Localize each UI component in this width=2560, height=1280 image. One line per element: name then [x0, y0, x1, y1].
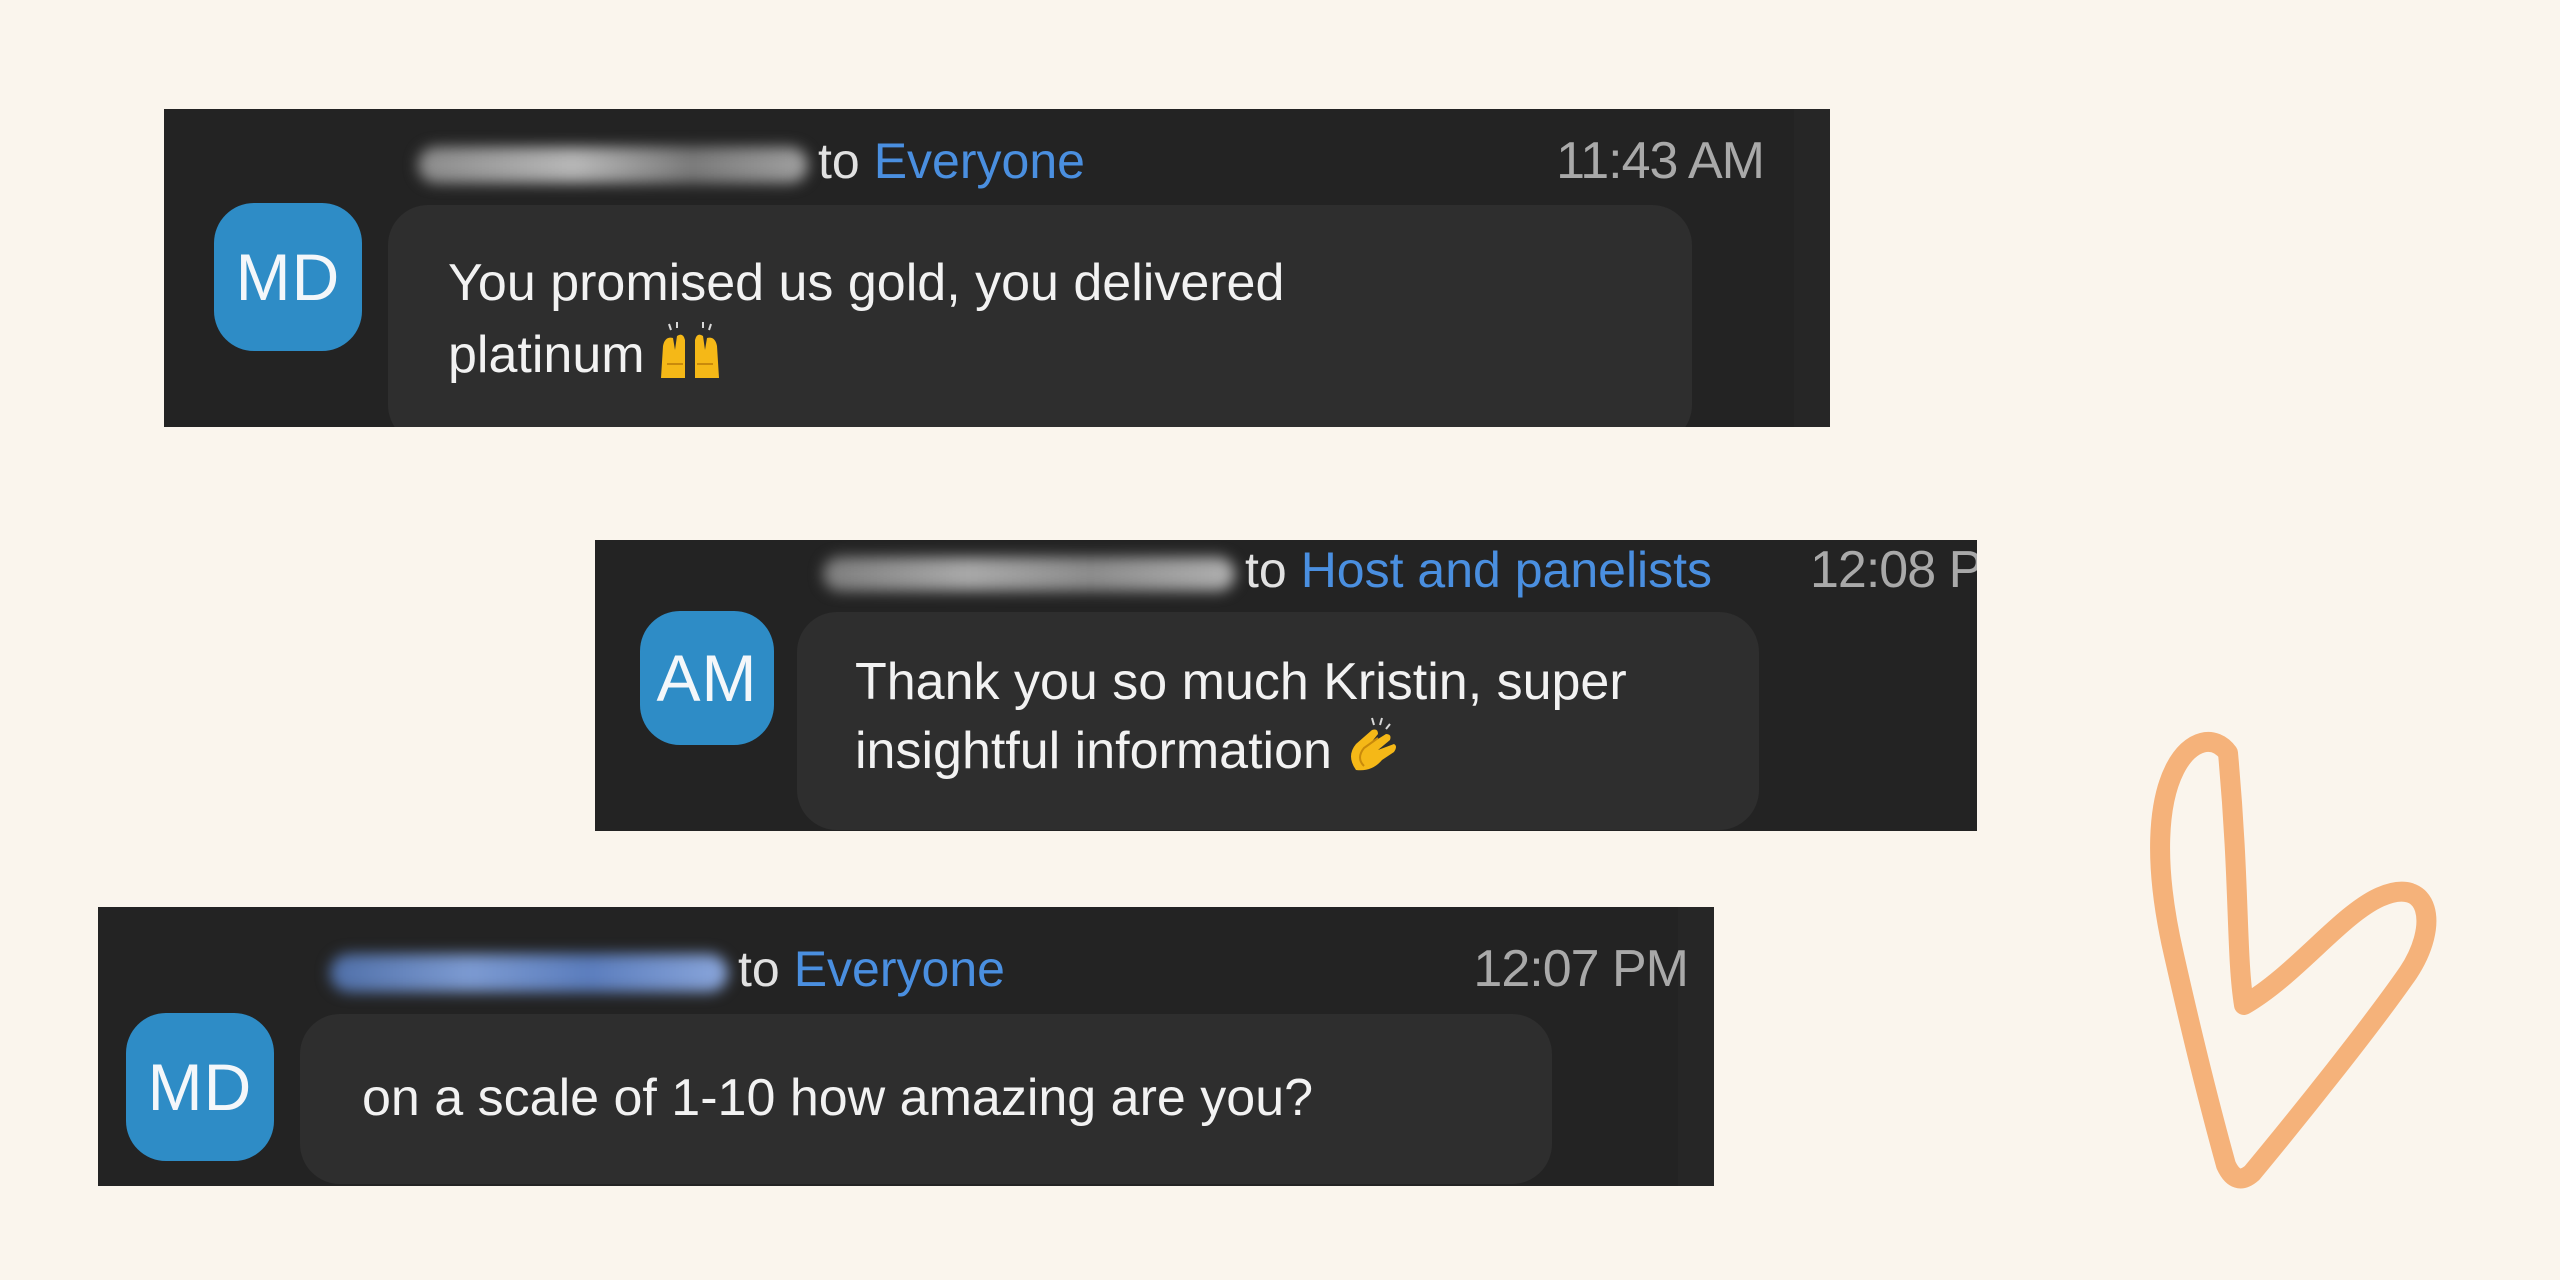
message-header: to Host and panelists [823, 540, 1712, 600]
message-bubble: on a scale of 1-10 how amazing are you? [300, 1014, 1552, 1184]
message-header: to Everyone [330, 939, 1005, 999]
avatar: MD [214, 203, 362, 351]
message-text: on a scale of 1-10 how amazing are you? [362, 1062, 1552, 1134]
redacted-sender-name [418, 146, 808, 183]
heart-outline-icon [2150, 732, 2437, 1189]
timestamp: 12:07 PM [1473, 940, 1689, 998]
card-side-strip [1794, 109, 1830, 427]
message-bubble: You promised us gold, you delivered plat… [388, 205, 1692, 427]
message-header: to Everyone [418, 131, 1085, 191]
chat-message-card-1: MD to Everyone 11:43 AM You promised us g… [164, 109, 1830, 427]
chat-message-card-2: AM to Host and panelists 12:08 P Thank yo… [595, 540, 1977, 831]
message-text: Thank you so much Kristin, super insight… [855, 648, 1759, 785]
timestamp: 12:08 P [1810, 541, 1977, 599]
raising-hands-icon [655, 320, 725, 380]
chat-message-card-3: MD to Everyone 12:07 PM on a scale of 1-1… [98, 907, 1714, 1186]
message-line-2: platinum [448, 319, 1692, 391]
redacted-sender-name [823, 556, 1235, 591]
to-label: to [1245, 542, 1287, 598]
avatar: MD [126, 1013, 274, 1161]
message-line-1: Thank you so much Kristin, super [855, 653, 1627, 711]
message-text: You promised us gold, you delivered plat… [448, 247, 1692, 391]
clapping-hands-icon [1342, 716, 1412, 776]
recipient-link[interactable]: Everyone [794, 941, 1005, 997]
redacted-sender-name [330, 953, 728, 992]
recipient-link[interactable]: Everyone [874, 133, 1085, 189]
avatar: AM [640, 611, 774, 745]
to-label: to [818, 133, 860, 189]
recipient-link[interactable]: Host and panelists [1301, 542, 1712, 598]
message-line-2: insightful information [855, 716, 1759, 785]
message-bubble: Thank you so much Kristin, super insight… [797, 612, 1759, 830]
message-line-1: You promised us gold, you delivered [448, 254, 1285, 312]
timestamp: 11:43 AM [1556, 132, 1765, 190]
to-label: to [738, 941, 780, 997]
message-line-1: on a scale of 1-10 how amazing are you? [362, 1069, 1314, 1127]
